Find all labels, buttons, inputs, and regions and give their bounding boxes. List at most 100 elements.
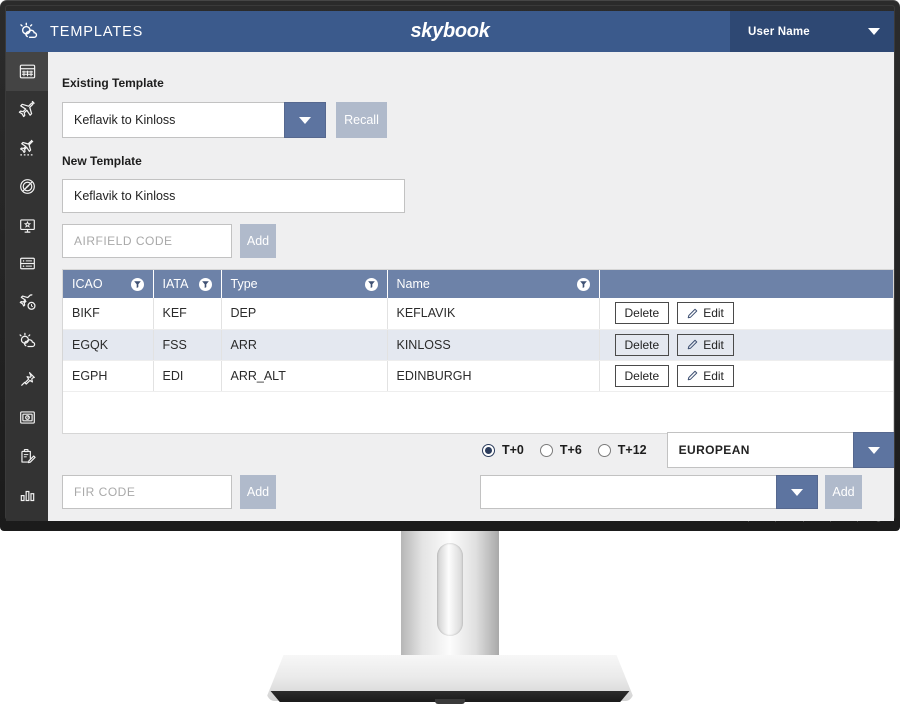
existing-template-dropdown-button[interactable] <box>284 102 326 138</box>
table-row[interactable]: EGPH EDI ARR_ALT EDINBURGH Delete Edit <box>63 360 893 392</box>
filter-icon[interactable] <box>198 277 212 291</box>
cell-type: ARR <box>221 329 388 361</box>
clipboard-edit-icon <box>18 447 37 466</box>
sidebar-item-flights[interactable] <box>6 91 48 130</box>
sun-cloud-icon <box>18 21 39 42</box>
column-name-label: Name <box>396 277 430 291</box>
main-content: Existing Template Recall New Template Ad… <box>48 52 894 521</box>
briefing-board-icon <box>18 216 37 235</box>
edit-button[interactable]: Edit <box>677 302 734 325</box>
sidebar-item-routes[interactable] <box>6 129 48 168</box>
table-header-row: ICAO IATA Type Name <box>63 270 893 298</box>
radio-label: T+0 <box>502 443 524 457</box>
sidebar-item-servers[interactable] <box>6 245 48 284</box>
existing-template-value[interactable] <box>62 102 284 138</box>
sidebar-item-secure[interactable] <box>6 399 48 438</box>
top-bar: TEMPLATES skybook User Name <box>6 11 894 52</box>
new-template-label-wrap: New Template <box>48 154 142 168</box>
sun-cloud-icon <box>17 331 37 351</box>
radio-label: T+12 <box>617 443 647 457</box>
chart-add-button[interactable]: Add <box>825 475 862 509</box>
cell-name: EDINBURGH <box>387 360 600 392</box>
sidebar-item-airspace[interactable] <box>6 168 48 207</box>
bar-chart-icon <box>18 485 37 504</box>
pencil-icon <box>687 370 698 381</box>
airfield-add-button[interactable]: Add <box>240 224 276 258</box>
sidebar-item-weather[interactable] <box>6 322 48 361</box>
chart-select[interactable] <box>480 475 818 509</box>
column-actions <box>599 270 893 298</box>
cell-type: ARR_ALT <box>221 360 388 392</box>
radio-dot-icon <box>597 443 611 457</box>
delete-button[interactable]: Delete <box>614 333 670 356</box>
cell-iata: KEF <box>153 298 222 330</box>
edit-button[interactable]: Edit <box>677 364 734 387</box>
pushpin-icon <box>18 370 37 389</box>
radio-t-plus-12[interactable]: T+12 <box>597 443 647 457</box>
chevron-down-icon <box>868 28 880 35</box>
sidebar-item-pinned[interactable] <box>6 360 48 399</box>
cell-actions: Delete Edit <box>599 360 893 392</box>
sidebar-item-reports[interactable] <box>6 437 48 476</box>
radio-dot-selected-icon <box>482 443 495 457</box>
chart-value[interactable] <box>480 475 776 509</box>
forecast-time-radio-group: T+0 T+6 T+12 <box>482 443 647 457</box>
delete-button[interactable]: Delete <box>614 302 670 325</box>
server-rack-icon <box>18 254 37 273</box>
airplane-clock-icon <box>17 292 37 312</box>
cell-icao: BIKF <box>63 298 154 330</box>
filter-icon[interactable] <box>576 277 590 291</box>
region-dropdown-button[interactable] <box>852 432 894 468</box>
table-empty-space <box>63 391 893 433</box>
airfield-code-input[interactable] <box>62 224 232 258</box>
new-template-name-input[interactable] <box>62 179 405 213</box>
filter-icon[interactable] <box>364 277 378 291</box>
edit-button-label: Edit <box>703 368 724 383</box>
table-body: BIKF KEF DEP KEFLAVIK Delete Edit EGQK F… <box>63 298 893 392</box>
radio-t-plus-6[interactable]: T+6 <box>539 443 582 457</box>
new-template-label: New Template <box>62 154 142 168</box>
airfield-code-row: Add <box>62 224 276 258</box>
edit-button-label: Edit <box>703 337 724 352</box>
cell-iata: EDI <box>153 360 222 392</box>
cell-name: KINLOSS <box>387 329 600 361</box>
top-bar-left: TEMPLATES <box>6 21 143 42</box>
existing-template-label: Existing Template <box>62 76 164 90</box>
cell-icao: EGQK <box>63 329 154 361</box>
brand-logo-text: skybook <box>410 20 490 42</box>
existing-template-row: Recall <box>62 102 387 138</box>
edit-button[interactable]: Edit <box>677 333 734 356</box>
table-row[interactable]: EGQK FSS ARR KINLOSS Delete Edit <box>63 329 893 361</box>
user-menu[interactable]: User Name <box>730 11 894 52</box>
radio-t-plus-0[interactable]: T+0 <box>482 443 524 457</box>
delete-button[interactable]: Delete <box>614 364 670 387</box>
cell-name: KEFLAVIK <box>387 298 600 330</box>
sidebar-item-flight-times[interactable] <box>6 283 48 322</box>
region-value[interactable] <box>666 432 853 468</box>
safe-box-icon <box>18 408 37 427</box>
radio-dot-icon <box>539 443 553 457</box>
sidebar-item-dashboard[interactable] <box>6 52 48 91</box>
chart-dropdown-button[interactable] <box>776 475 818 509</box>
table-row[interactable]: BIKF KEF DEP KEFLAVIK Delete Edit <box>63 298 893 330</box>
grid-calendar-icon <box>18 62 37 81</box>
cell-iata: FSS <box>153 329 222 361</box>
radio-label: T+6 <box>559 443 582 457</box>
existing-template-select[interactable] <box>62 102 326 138</box>
column-iata[interactable]: IATA <box>153 270 222 298</box>
recall-button[interactable]: Recall <box>336 102 387 138</box>
column-icao[interactable]: ICAO <box>63 270 154 298</box>
cell-actions: Delete Edit <box>599 298 893 330</box>
sidebar-item-statistics[interactable] <box>6 476 48 515</box>
column-type-label: Type <box>230 277 258 291</box>
column-type[interactable]: Type <box>221 270 388 298</box>
caret-down-icon <box>299 116 311 124</box>
filter-icon[interactable] <box>130 277 144 291</box>
monitor-base-notch <box>435 699 465 704</box>
airplane-route-icon <box>17 138 37 158</box>
sidebar-item-briefing[interactable] <box>6 206 48 245</box>
region-select[interactable] <box>666 432 894 468</box>
column-name[interactable]: Name <box>387 270 600 298</box>
fir-code-input[interactable] <box>62 475 232 509</box>
fir-add-button[interactable]: Add <box>240 475 276 509</box>
